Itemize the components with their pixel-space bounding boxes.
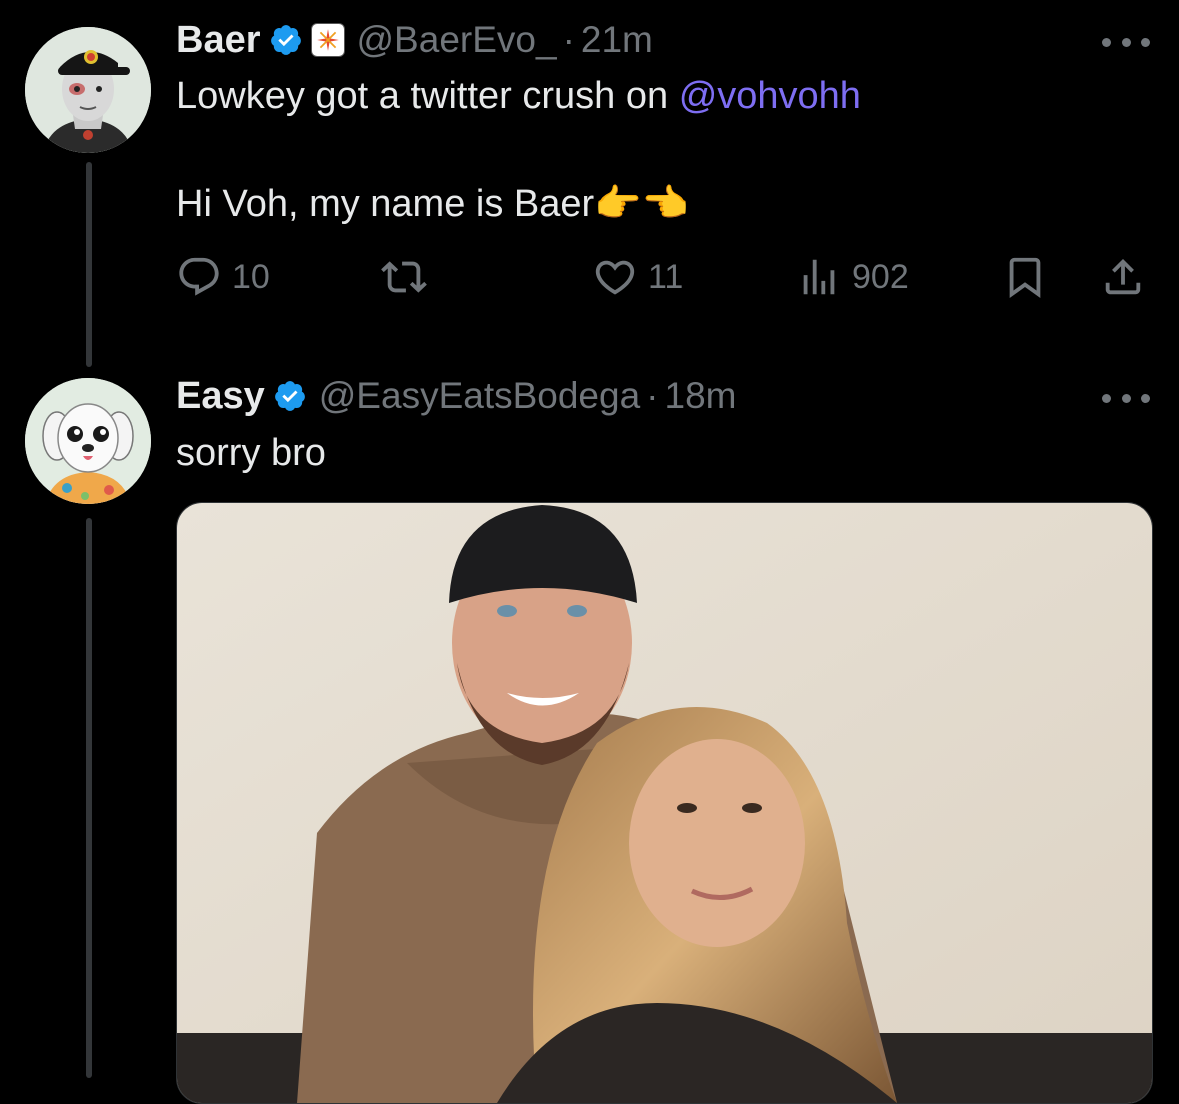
user-handle[interactable]: @BaerEvo_ bbox=[357, 19, 557, 61]
reply-icon bbox=[179, 257, 219, 296]
timestamp[interactable]: 18m bbox=[665, 375, 737, 417]
tweet-actions: 10 11 902 bbox=[176, 250, 1156, 306]
like-count: 11 bbox=[648, 257, 684, 296]
more-options-icon[interactable] bbox=[1102, 388, 1150, 408]
tweet-header-baer: Baer @BaerEvo_ · 21m bbox=[176, 10, 653, 70]
tweet-text-line-1: Lowkey got a twitter crush on @vohvohh bbox=[176, 73, 861, 119]
bookmark-icon bbox=[1009, 257, 1041, 298]
views-chart-icon bbox=[803, 259, 835, 295]
affiliation-badge-icon[interactable] bbox=[310, 23, 345, 57]
thread-line-2 bbox=[86, 518, 92, 1078]
views-count: 902 bbox=[852, 257, 909, 296]
thread-line-1 bbox=[86, 162, 92, 367]
display-name[interactable]: Baer bbox=[176, 19, 261, 62]
separator-dot: · bbox=[646, 375, 659, 416]
bookmark-button[interactable] bbox=[1002, 254, 1048, 300]
user-handle[interactable]: @EasyEatsBodega bbox=[319, 375, 640, 417]
mention-link[interactable]: @vohvohh bbox=[679, 75, 861, 117]
views-button[interactable]: 902 bbox=[796, 254, 909, 300]
share-icon bbox=[1105, 258, 1141, 295]
verified-badge-icon bbox=[274, 381, 305, 411]
separator-dot: · bbox=[562, 19, 575, 60]
reply-button[interactable]: 10 bbox=[176, 254, 270, 300]
couple-selfie-photo bbox=[177, 503, 1152, 1103]
timestamp[interactable]: 21m bbox=[581, 19, 653, 61]
retweet-icon bbox=[381, 261, 427, 293]
tweet-text: Lowkey got a twitter crush on bbox=[176, 75, 679, 117]
share-button[interactable] bbox=[1100, 254, 1146, 300]
tweet-header-easy: Easy @EasyEatsBodega · 18m bbox=[176, 366, 736, 426]
tweet-media-photo[interactable] bbox=[176, 502, 1153, 1104]
display-name[interactable]: Easy bbox=[176, 375, 265, 418]
tweet-text-line-2: Hi Voh, my name is Baer👉👈 bbox=[176, 183, 689, 225]
tweet-text: sorry bro bbox=[176, 432, 326, 474]
avatar-easy[interactable] bbox=[25, 378, 151, 504]
retweet-button[interactable] bbox=[381, 254, 437, 300]
like-button[interactable]: 11 bbox=[592, 254, 683, 300]
avatar-baer[interactable] bbox=[25, 27, 151, 153]
heart-icon bbox=[595, 260, 635, 295]
verified-badge-icon bbox=[270, 25, 301, 55]
more-options-icon[interactable] bbox=[1102, 32, 1150, 52]
reply-count: 10 bbox=[232, 257, 270, 296]
